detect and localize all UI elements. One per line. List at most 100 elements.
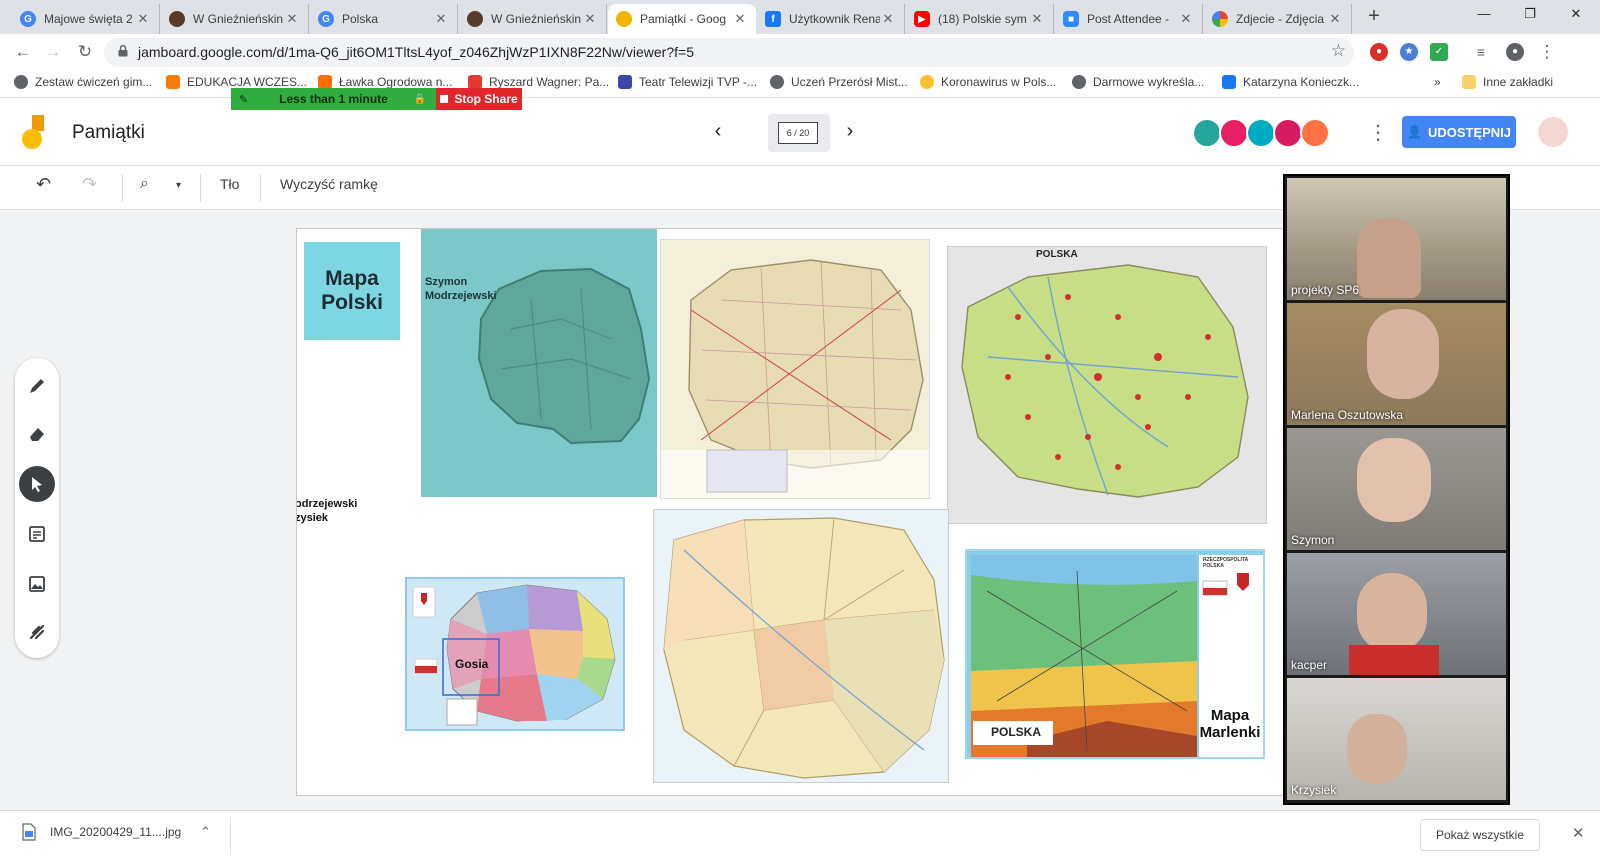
other-bookmarks-folder[interactable]: Inne zakładki xyxy=(1462,75,1553,89)
stop-share-button[interactable]: Stop Share xyxy=(436,88,522,110)
browser-tab[interactable]: G Polska ✕ xyxy=(310,4,458,34)
avatar[interactable] xyxy=(1246,118,1276,148)
author-label-szymon[interactable]: Szymon Modrzejewski xyxy=(425,275,515,303)
reload-button[interactable]: ↻ xyxy=(72,40,98,66)
select-tool[interactable] xyxy=(19,466,55,502)
close-tab-icon[interactable]: ✕ xyxy=(284,11,300,27)
close-window-button[interactable]: ✕ xyxy=(1556,6,1596,22)
extension-icon[interactable]: ★ xyxy=(1400,43,1418,61)
bookmark-item[interactable]: Ryszard Wagner: Pa... xyxy=(468,75,609,89)
browser-tab[interactable]: G Majowe święta 2 ✕ xyxy=(12,4,160,34)
downloads-divider xyxy=(230,817,231,853)
bookmark-item[interactable]: Darmowe wykreśla... xyxy=(1072,75,1204,89)
download-options-chevron-icon[interactable]: ⌃ xyxy=(200,824,211,840)
avatar[interactable] xyxy=(1300,118,1330,148)
undo-icon[interactable]: ↶ xyxy=(36,174,51,195)
bookmark-item[interactable]: Teatr Telewizji TVP -... xyxy=(618,75,757,89)
reading-list-icon[interactable]: ≡ xyxy=(1468,40,1494,66)
back-button[interactable]: ← xyxy=(10,40,36,66)
participant-name: Szymon xyxy=(1291,533,1335,547)
map-image-gosia[interactable]: Gosia xyxy=(405,577,625,731)
participant-silhouette xyxy=(1357,573,1427,653)
browser-tab[interactable]: W Gnieźnieńskin ✕ xyxy=(161,4,309,34)
bookmark-item[interactable]: Katarzyna Konieczk... xyxy=(1222,75,1359,89)
close-tab-icon[interactable]: ✕ xyxy=(1029,11,1045,27)
image-tool[interactable] xyxy=(19,566,55,602)
bookmarks-overflow-button[interactable]: » xyxy=(1434,75,1441,89)
show-all-downloads-button[interactable]: Pokaż wszystkie xyxy=(1420,819,1540,851)
bookmark-item[interactable]: EDUKACJA WCZES... xyxy=(166,75,307,89)
close-tab-icon[interactable]: ✕ xyxy=(135,11,151,27)
globe-icon xyxy=(1072,75,1086,89)
avatar[interactable] xyxy=(1219,118,1249,148)
close-tab-icon[interactable]: ✕ xyxy=(582,11,598,27)
site-icon xyxy=(467,11,483,27)
download-item[interactable]: IMG_20200429_11....jpg xyxy=(22,823,181,841)
previous-frame-button[interactable]: ‹ xyxy=(706,120,730,143)
background-button[interactable]: Tło xyxy=(220,176,239,192)
address-bar[interactable]: jamboard.google.com/d/1ma-Q6_jit6OM1Tlts… xyxy=(104,38,1354,67)
next-frame-button[interactable]: › xyxy=(838,120,862,143)
clear-frame-button[interactable]: Wyczyść ramkę xyxy=(280,176,378,192)
jam-canvas[interactable]: Mapa Polski Szymon Modrzejewski POLSKA o… xyxy=(296,228,1308,796)
forward-button[interactable]: → xyxy=(40,40,66,66)
close-downloads-icon[interactable]: ✕ xyxy=(1572,824,1585,842)
bookmark-item[interactable]: Koronawirus w Pols... xyxy=(920,75,1056,89)
map-image-teal[interactable] xyxy=(421,229,657,497)
close-tab-icon[interactable]: ✕ xyxy=(433,11,449,27)
avatar[interactable] xyxy=(1273,118,1303,148)
pen-tool[interactable] xyxy=(19,368,55,404)
participant-video[interactable]: Marlena Oszutowska xyxy=(1287,303,1506,425)
jamboard-logo[interactable] xyxy=(22,115,50,151)
maximize-button[interactable]: ❐ xyxy=(1510,6,1550,22)
close-tab-icon[interactable]: ✕ xyxy=(732,11,748,27)
bookmark-star-icon[interactable]: ☆ xyxy=(1331,41,1346,61)
user-avatar[interactable] xyxy=(1538,117,1568,147)
redo-icon[interactable]: ↷ xyxy=(82,174,97,195)
share-timer[interactable]: ✎ Less than 1 minute 🔒 xyxy=(231,88,436,110)
browser-tab-active[interactable]: Pamiątki - Goog ✕ xyxy=(608,4,756,34)
new-tab-button[interactable]: + xyxy=(1362,5,1386,29)
frame-bar-toggle[interactable]: 6 / 20 xyxy=(768,114,830,152)
map-image-marlena[interactable]: RZECZPOSPOLITA POLSKA POLSKA Mapa Marlen… xyxy=(965,549,1265,759)
browser-tab[interactable]: f Użytkownik Rena ✕ xyxy=(757,4,905,34)
participant-video[interactable]: Szymon xyxy=(1287,428,1506,550)
photos-icon xyxy=(1212,11,1228,27)
file-icon xyxy=(22,823,36,841)
extension-icon[interactable]: ✓ xyxy=(1430,43,1448,61)
participant-name: Krzysiek xyxy=(1291,783,1337,797)
chevron-down-icon[interactable]: ▾ xyxy=(176,180,181,191)
browser-tab[interactable]: Zdjecie - Zdjęcia ✕ xyxy=(1204,4,1352,34)
browser-tab[interactable]: ■ Post Attendee - ✕ xyxy=(1055,4,1203,34)
author-label-partial[interactable]: zysiek xyxy=(297,511,328,525)
sticky-note[interactable]: Mapa Polski xyxy=(304,242,400,340)
bookmark-item[interactable]: Zestaw ćwiczeń gim... xyxy=(14,75,152,89)
participant-video[interactable]: kacper xyxy=(1287,553,1506,675)
browser-tab[interactable]: W Gnieźnieńskin ✕ xyxy=(459,4,607,34)
eraser-tool[interactable] xyxy=(19,416,55,452)
map-image-regions[interactable] xyxy=(653,509,949,783)
participant-video[interactable]: projekty SP6 xyxy=(1287,178,1506,300)
document-title[interactable]: Pamiątki xyxy=(72,122,145,144)
participant-video[interactable]: Krzysiek xyxy=(1287,678,1506,800)
zoom-icon[interactable]: ⌕ xyxy=(140,175,149,193)
more-options-icon[interactable]: ⋮ xyxy=(1368,120,1388,145)
sticky-note-tool[interactable] xyxy=(19,516,55,552)
laser-tool[interactable] xyxy=(19,614,55,650)
avatar[interactable] xyxy=(1192,118,1222,148)
extension-icon[interactable]: ● xyxy=(1370,43,1388,61)
bookmark-item[interactable]: Uczeń Przerósł Mist... xyxy=(770,75,908,89)
browser-tab[interactable]: ▶ (18) Polskie sym ✕ xyxy=(906,4,1054,34)
browser-menu-icon[interactable]: ⋮ xyxy=(1534,40,1560,66)
close-tab-icon[interactable]: ✕ xyxy=(880,11,896,27)
author-label-partial[interactable]: odrzejewski xyxy=(297,497,357,511)
close-tab-icon[interactable]: ✕ xyxy=(1327,11,1343,27)
close-tab-icon[interactable]: ✕ xyxy=(1178,11,1194,27)
author-label-gosia: Gosia xyxy=(455,657,489,671)
minimize-button[interactable]: — xyxy=(1464,6,1504,21)
map-image-polska[interactable]: POLSKA xyxy=(947,246,1267,524)
map-image-administrative[interactable] xyxy=(660,239,930,499)
share-button[interactable]: 👤 UDOSTĘPNIJ xyxy=(1402,116,1516,148)
profile-icon[interactable]: ● xyxy=(1506,43,1524,61)
bookmark-item[interactable]: Ławka Ogrodowa n... xyxy=(318,75,452,89)
